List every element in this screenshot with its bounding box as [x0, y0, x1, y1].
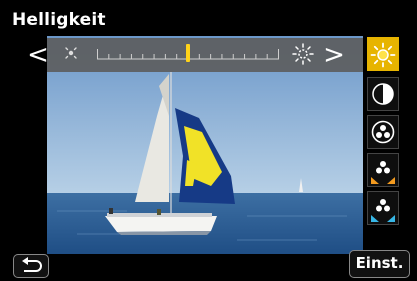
contrast-button[interactable]	[367, 77, 399, 111]
brightness-button[interactable]	[367, 37, 399, 71]
dim-sun-icon	[65, 47, 77, 59]
decrease-arrow-icon[interactable]: <	[24, 37, 52, 73]
contrast-icon	[372, 83, 394, 105]
sun-icon	[370, 42, 396, 68]
color-tone-warm-button[interactable]	[367, 153, 399, 187]
color-tone-warm-icon	[371, 161, 395, 184]
screen-title: Helligkeit	[12, 10, 106, 30]
back-button[interactable]	[13, 254, 49, 278]
saturation-icon	[371, 120, 395, 144]
return-arrow-icon	[22, 257, 42, 272]
color-tone-cool-icon	[371, 199, 395, 222]
brightness-level-marker[interactable]	[186, 44, 190, 62]
bright-sun-icon	[292, 43, 314, 65]
increase-arrow-icon[interactable]: >	[320, 37, 348, 73]
color-tone-cool-button[interactable]	[367, 191, 399, 225]
saturation-button[interactable]	[367, 115, 399, 149]
set-button[interactable]: Einst.	[349, 250, 410, 278]
